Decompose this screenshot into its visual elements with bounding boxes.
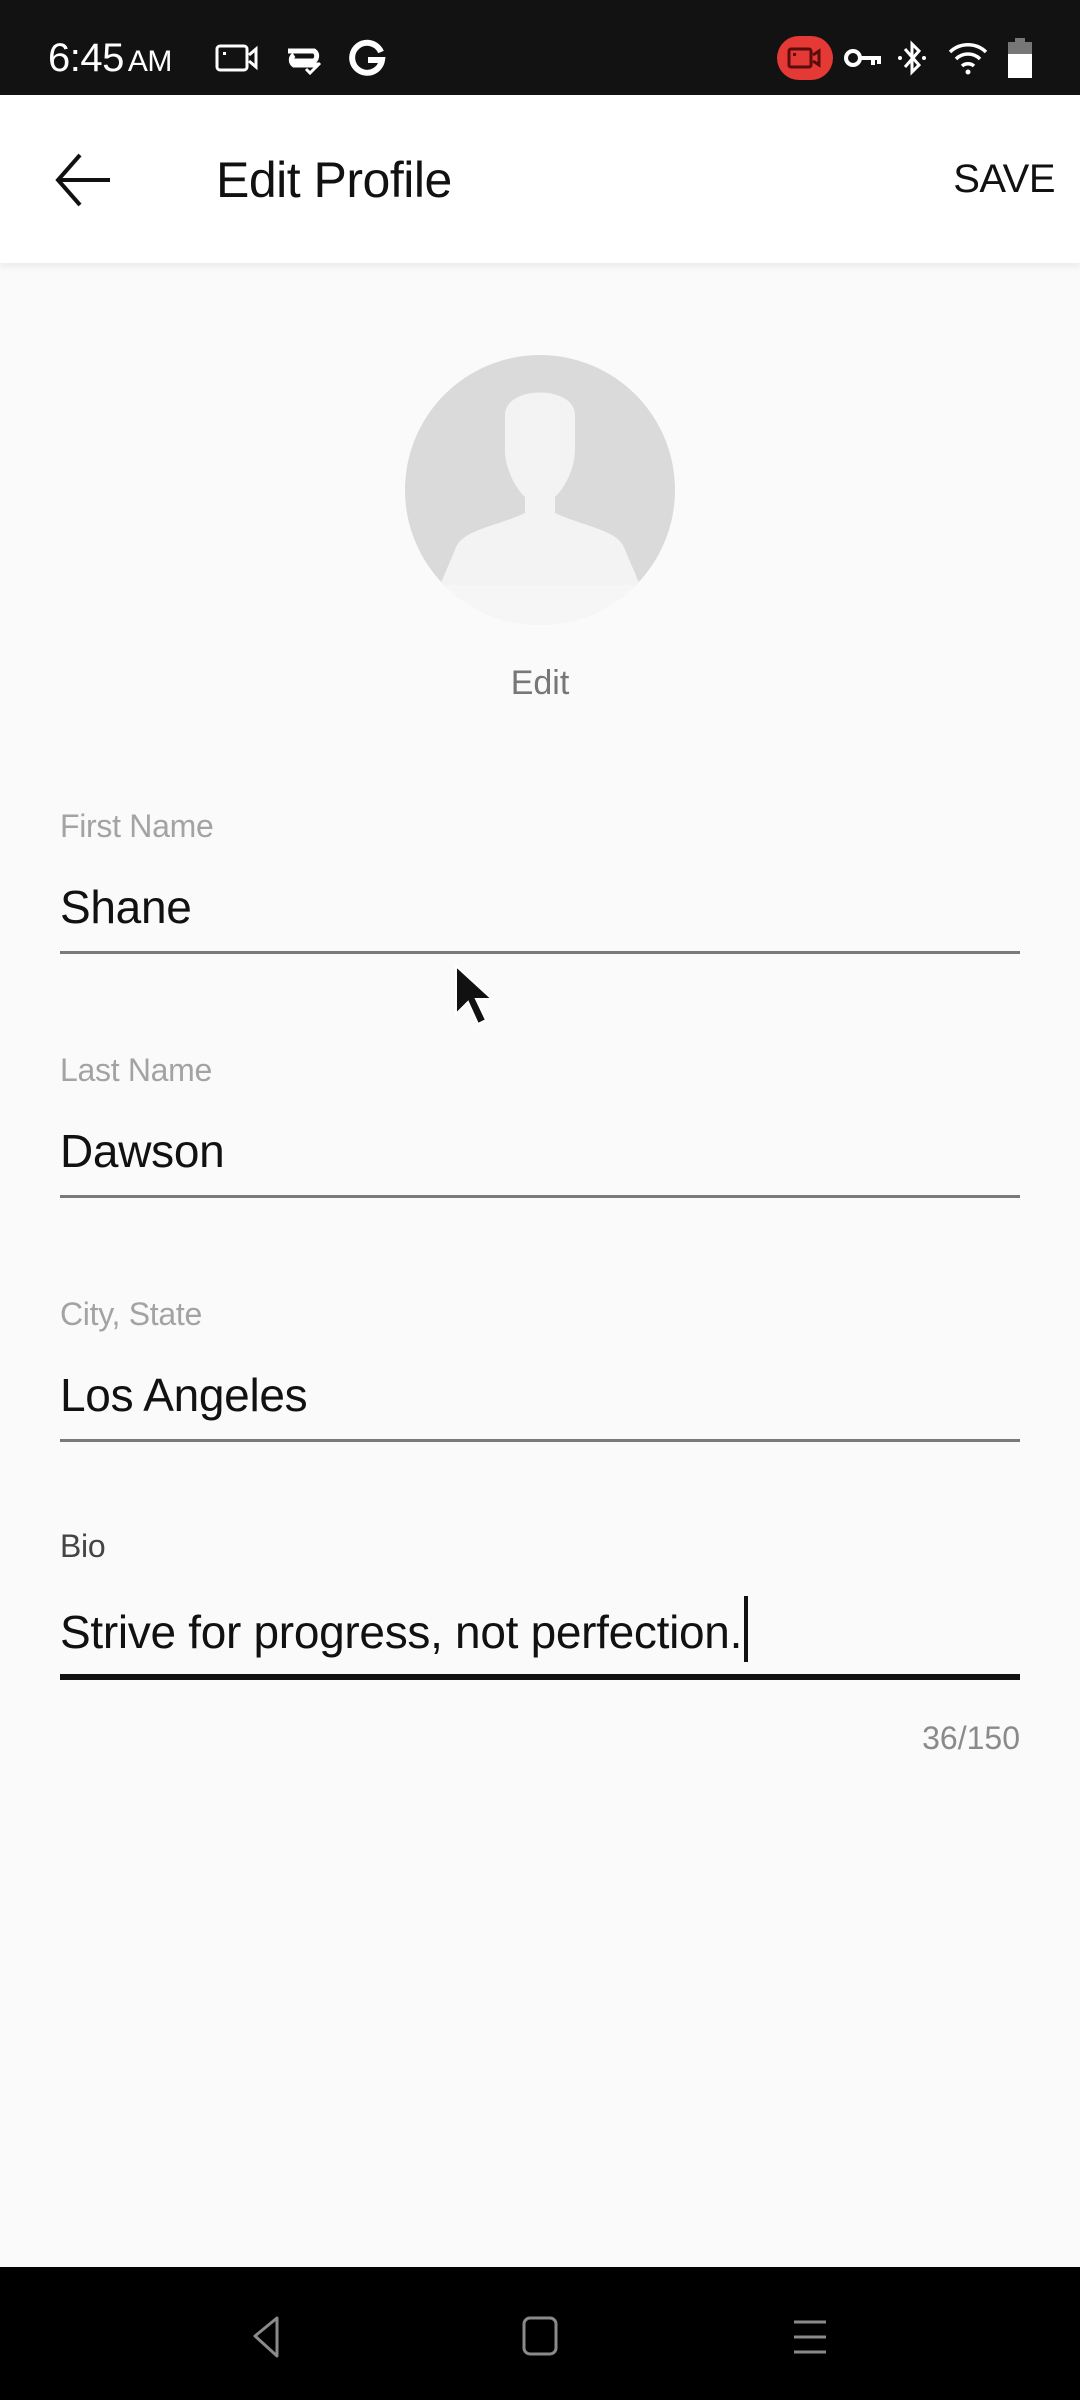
app-bar: Edit Profile SAVE	[0, 95, 1080, 263]
recording-active-icon	[777, 36, 833, 80]
save-button[interactable]: SAVE	[953, 157, 1055, 202]
last-name-label: Last Name	[60, 1052, 213, 1088]
nav-home-icon	[522, 2316, 558, 2356]
sync-check-icon	[280, 38, 326, 78]
last-name-underline	[60, 1195, 1020, 1198]
system-nav-bar	[0, 2267, 1080, 2400]
city-state-label: City, State	[60, 1296, 202, 1332]
nav-recents-icon	[794, 2320, 826, 2354]
bio-char-counter: 36/150	[922, 1720, 1020, 1756]
google-icon	[346, 38, 388, 78]
edit-photo-link[interactable]: Edit	[0, 664, 1080, 703]
city-state-field[interactable]: City, State Los Angeles	[60, 1296, 1020, 1446]
first-name-label: First Name	[60, 808, 214, 844]
avatar[interactable]	[405, 355, 675, 625]
mouse-pointer-icon	[452, 962, 502, 1032]
nav-back-icon	[253, 2316, 279, 2358]
nav-recents-button[interactable]	[780, 2307, 840, 2367]
nav-back-button[interactable]	[237, 2307, 297, 2367]
last-name-input[interactable]: Dawson	[60, 1124, 225, 1178]
first-name-underline	[60, 951, 1020, 954]
battery-icon	[1006, 38, 1034, 78]
arrow-left-icon	[55, 153, 110, 207]
bio-label: Bio	[60, 1528, 106, 1564]
nav-home-button[interactable]	[510, 2307, 570, 2367]
bio-underline	[60, 1674, 1020, 1680]
first-name-field[interactable]: First Name Shane	[60, 808, 1020, 958]
default-avatar-icon	[405, 355, 675, 625]
screen-record-icon	[214, 38, 260, 78]
page-title: Edit Profile	[216, 152, 452, 208]
text-caret	[744, 1596, 749, 1662]
back-button[interactable]	[50, 145, 120, 215]
first-name-input[interactable]: Shane	[60, 880, 192, 934]
last-name-field[interactable]: Last Name Dawson	[60, 1052, 1020, 1202]
bio-input[interactable]: Strive for progress, not perfection.	[60, 1596, 749, 1662]
wifi-icon	[946, 38, 990, 78]
bluetooth-icon	[894, 38, 930, 78]
bio-field[interactable]: Bio Strive for progress, not perfection.	[60, 1528, 1020, 1684]
vpn-key-icon	[842, 38, 884, 78]
status-time: 6:45 AM	[48, 36, 172, 80]
city-state-underline	[60, 1439, 1020, 1442]
city-state-input[interactable]: Los Angeles	[60, 1368, 308, 1422]
status-bar: 6:45 AM	[0, 0, 1080, 95]
